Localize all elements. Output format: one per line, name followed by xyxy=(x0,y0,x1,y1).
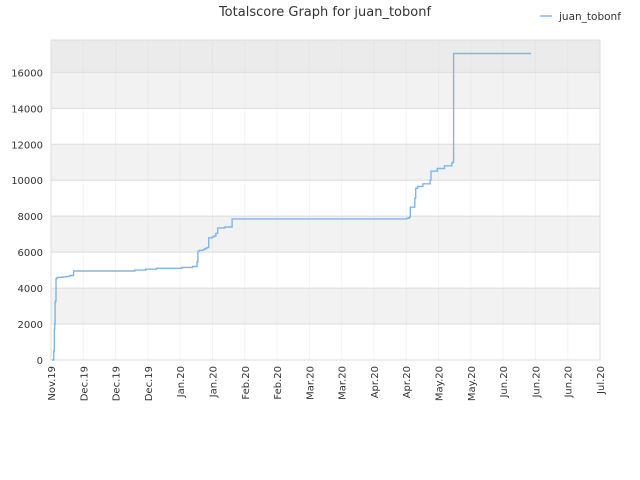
legend[interactable]: juan_tobonf xyxy=(540,11,621,23)
y-tick-label: 6000 xyxy=(18,248,43,259)
plot-band xyxy=(51,180,600,217)
y-tick-label: 12000 xyxy=(11,140,43,151)
x-tick-label: Jun.20 xyxy=(531,366,542,399)
plot-band xyxy=(51,144,600,181)
plot-bands xyxy=(51,40,600,360)
plot-band xyxy=(51,288,600,325)
x-tick-label: Jun.20 xyxy=(499,366,510,399)
plot-band xyxy=(51,324,600,360)
x-tick-label: Dec.19 xyxy=(112,366,123,401)
chart-canvas: 0 2000 4000 6000 8000 10000 12000 14000 16000 No… xyxy=(11,5,621,401)
x-axis-ticks: Nov.19 Dec.19 Dec.19 Dec.19 Jan.20 Jan.20 Feb.… xyxy=(47,366,607,401)
plot-band xyxy=(51,72,600,109)
y-tick-label: 2000 xyxy=(18,320,43,331)
x-tick-label: May.20 xyxy=(435,366,446,401)
plot-band-top xyxy=(51,40,600,73)
y-axis-ticks: 0 2000 4000 6000 8000 10000 12000 14000 16000 xyxy=(11,68,43,367)
x-tick-label: Apr.20 xyxy=(402,366,413,398)
plot-band xyxy=(51,252,600,289)
plot-band xyxy=(51,216,600,253)
x-tick-label: Feb.20 xyxy=(273,366,284,400)
plot-band xyxy=(51,108,600,145)
x-tick-label: Dec.19 xyxy=(79,366,90,401)
x-tick-label: Dec.19 xyxy=(144,366,155,401)
x-tick-label: Jan.20 xyxy=(208,366,219,398)
y-tick-label: 0 xyxy=(37,356,43,367)
x-tick-label: Jul.20 xyxy=(596,366,607,395)
y-tick-label: 4000 xyxy=(18,284,43,295)
y-tick-label: 14000 xyxy=(11,104,43,115)
y-tick-label: 16000 xyxy=(11,68,43,79)
x-tick-label: Jun.20 xyxy=(564,366,575,399)
y-tick-label: 10000 xyxy=(11,176,43,187)
chart-title: Totalscore Graph for juan_tobonf xyxy=(218,5,431,20)
x-tick-label: Jan.20 xyxy=(176,366,187,398)
x-tick-label: Mar.20 xyxy=(338,366,349,400)
x-tick-label: Nov.19 xyxy=(47,366,58,401)
x-tick-label: May.20 xyxy=(467,366,478,401)
x-tick-label: Feb.20 xyxy=(241,366,252,400)
y-tick-label: 8000 xyxy=(18,212,43,223)
x-tick-label: Apr.20 xyxy=(370,366,381,398)
x-tick-label: Mar.20 xyxy=(305,366,316,400)
legend-label: juan_tobonf xyxy=(558,11,621,23)
